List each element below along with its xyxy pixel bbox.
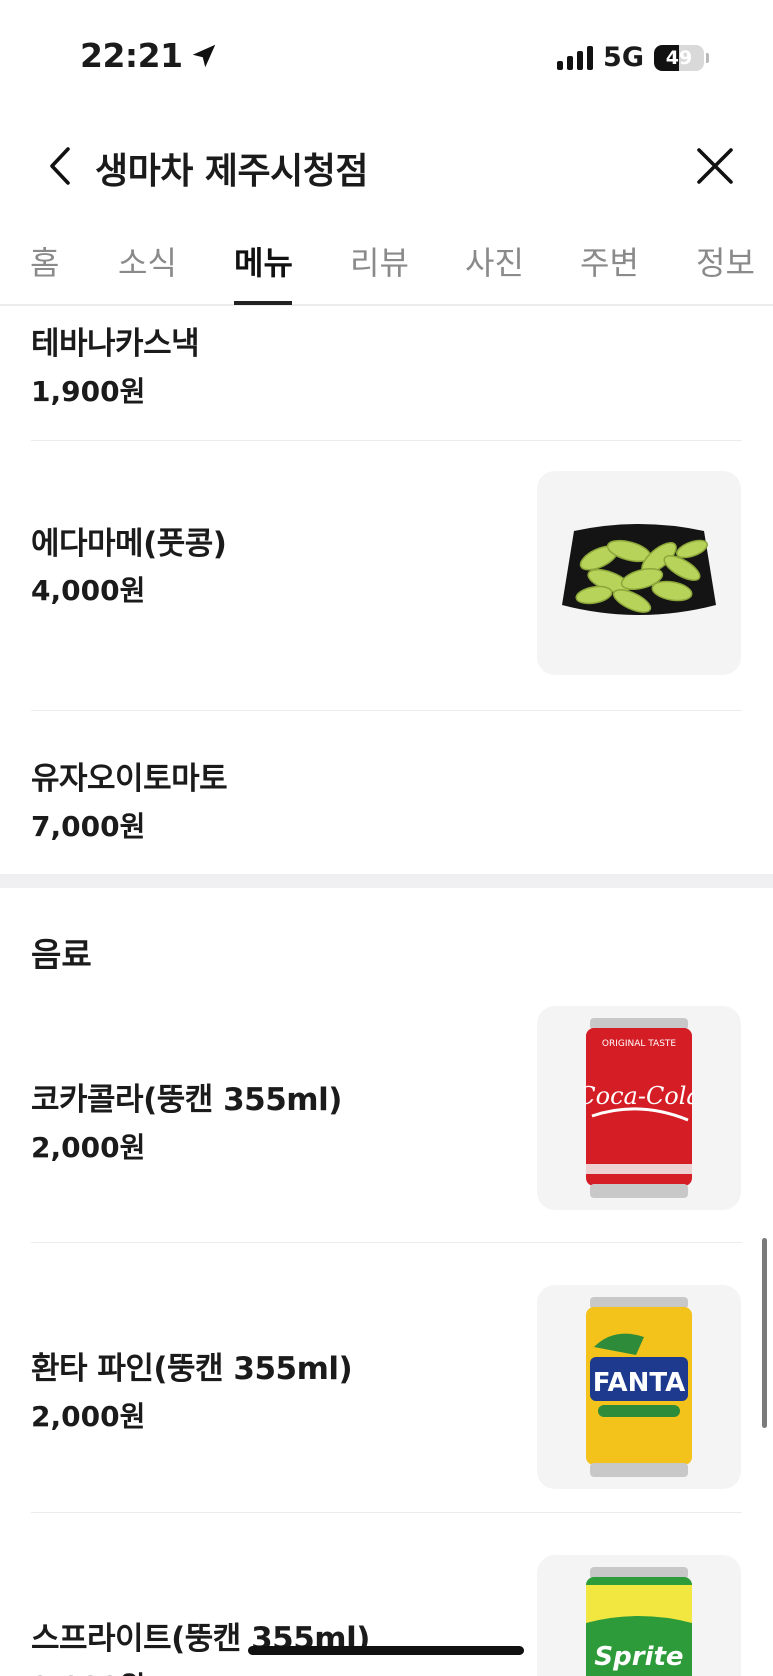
location-arrow-icon	[192, 44, 215, 67]
coca-cola-can-icon: ORIGINAL TASTE Coca-Cola	[584, 1018, 694, 1198]
menu-item[interactable]: 에다마메(풋콩) 4,000원	[0, 441, 773, 709]
can-brand-text: FANTA	[593, 1368, 686, 1398]
can-brand-text: Sprite	[594, 1642, 683, 1672]
edamame-image	[537, 471, 741, 675]
menu-item-name: 환타 파인(뚱캔 355ml)	[31, 1351, 353, 1387]
menu-item-name: 코카콜라(뚱캔 355ml)	[31, 1082, 342, 1118]
can-top-text: ORIGINAL TASTE	[602, 1039, 677, 1049]
menu-item-name: 테바나카스낵	[31, 326, 200, 362]
time-text: 22:21	[80, 36, 183, 75]
chevron-left-icon	[50, 147, 70, 185]
tab-info[interactable]: 정보	[696, 238, 755, 284]
menu-item[interactable]: 유자오이토마토 7,000원	[0, 711, 773, 881]
menu-item-name: 유자오이토마토	[31, 761, 228, 797]
back-button[interactable]	[32, 138, 88, 194]
fanta-image: FANTA	[537, 1285, 741, 1489]
active-tab-indicator	[234, 301, 292, 305]
place-title: 생마차 제주시청점	[95, 151, 369, 192]
can-brand-text: Coca-Cola	[584, 1082, 694, 1110]
tab-nearby[interactable]: 주변	[580, 238, 639, 284]
fanta-can-icon: FANTA	[586, 1297, 692, 1477]
section-title-drinks: 음료	[31, 935, 92, 974]
status-time: 22:21	[80, 36, 219, 75]
status-bar: 22:21 5G 49	[0, 0, 773, 110]
menu-item[interactable]: 환타 파인(뚱캔 355ml) 2,000원 FANTA	[0, 1243, 773, 1511]
place-header: 생마차 제주시청점	[0, 130, 773, 202]
tab-news[interactable]: 소식	[118, 238, 177, 284]
section-separator	[0, 874, 773, 888]
battery-icon: 49	[654, 44, 709, 71]
menu-item[interactable]: 코카콜라(뚱캔 355ml) 2,000원 ORIGINAL TASTE Coc…	[0, 998, 773, 1244]
status-indicators: 5G 49	[557, 42, 709, 73]
menu-item-price: 2,000원	[31, 1400, 146, 1433]
tab-bar: 홈 소식 메뉴 리뷰 사진 주변 정보	[0, 222, 773, 306]
menu-item-price: 4,000원	[31, 574, 146, 607]
signal-icon	[557, 45, 594, 70]
tab-menu[interactable]: 메뉴	[234, 238, 293, 284]
close-button[interactable]	[687, 138, 743, 194]
sprite-can-icon: Sprite	[586, 1567, 692, 1676]
menu-item-price: 7,000원	[31, 810, 146, 843]
coca-cola-image: ORIGINAL TASTE Coca-Cola	[537, 1006, 741, 1210]
menu-item-price: 2,000원	[31, 1665, 145, 1676]
close-icon	[697, 148, 733, 184]
tab-photos[interactable]: 사진	[465, 238, 524, 284]
edamame-bowl-icon	[562, 524, 716, 615]
battery-level: 49	[665, 46, 693, 69]
scrollbar[interactable]	[762, 1238, 767, 1428]
menu-item-price: 1,900원	[31, 375, 146, 408]
tab-home[interactable]: 홈	[30, 238, 59, 284]
sprite-image: Sprite	[537, 1555, 741, 1676]
tab-reviews[interactable]: 리뷰	[350, 238, 409, 284]
network-type: 5G	[603, 42, 644, 73]
menu-item[interactable]: 테바나카스낵 1,900원	[0, 308, 773, 440]
menu-item-price: 2,000원	[31, 1131, 146, 1164]
home-indicator[interactable]	[248, 1646, 524, 1655]
menu-item-name: 에다마메(풋콩)	[31, 526, 227, 562]
